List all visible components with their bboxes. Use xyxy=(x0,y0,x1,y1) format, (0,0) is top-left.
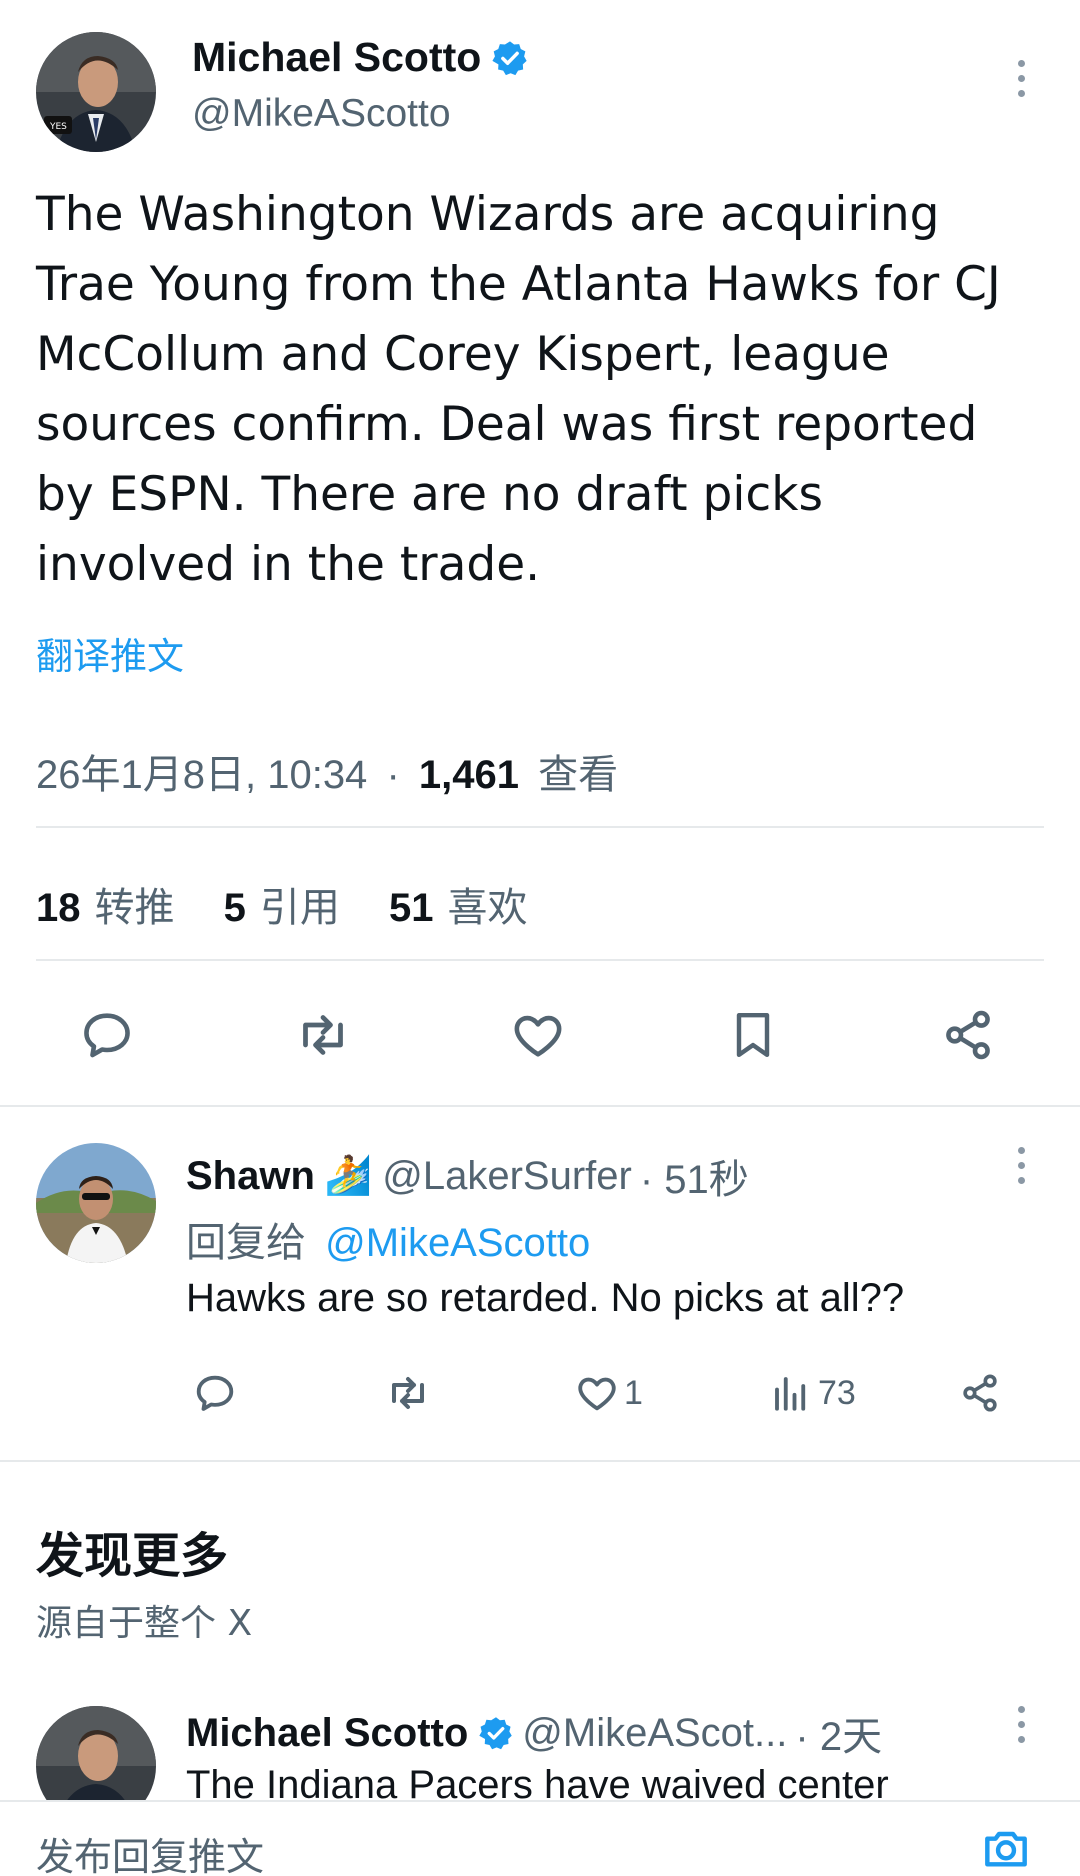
like-button[interactable] xyxy=(503,1003,573,1067)
reply-like-count: 1 xyxy=(624,1373,643,1412)
tweet-meta: 26年1月8日, 10:34 · 1,461 查看 xyxy=(36,742,618,800)
author-handle[interactable]: @MikeAScotto xyxy=(192,92,451,136)
reply-author-name[interactable]: Shawn xyxy=(186,1154,315,1199)
like-icon xyxy=(514,1015,562,1057)
stat-retweets[interactable]: 18 转推 xyxy=(36,875,175,933)
camera-icon xyxy=(985,1831,1027,1867)
reply-button[interactable] xyxy=(72,1003,142,1067)
section-divider xyxy=(0,1460,1080,1462)
svg-text:YES: YES xyxy=(49,122,67,132)
reply-text: Hawks are so retarded. No picks at all?? xyxy=(186,1276,905,1320)
verified-badge-icon xyxy=(479,1717,513,1750)
reply-retweet-button[interactable] xyxy=(380,1368,436,1418)
reply-share-button[interactable] xyxy=(955,1368,1005,1418)
discover-subtitle: 源自于整个 X xyxy=(36,1603,253,1644)
bookmark-icon xyxy=(736,1012,770,1058)
retweet-icon xyxy=(303,1015,343,1055)
reply-time[interactable]: · 51秒 xyxy=(640,1147,749,1205)
divider xyxy=(36,826,1044,828)
views-count: 1,461 xyxy=(418,753,519,797)
bookmark-button[interactable] xyxy=(718,1003,788,1067)
suggested-author-name[interactable]: Michael Scotto xyxy=(186,1711,468,1756)
share-icon xyxy=(946,1010,990,1060)
camera-button[interactable] xyxy=(976,1820,1036,1876)
retweet-button[interactable] xyxy=(288,1003,358,1067)
section-divider xyxy=(0,1105,1080,1107)
translate-link[interactable]: 翻译推文 xyxy=(36,626,184,680)
reply-like-button[interactable]: 1 xyxy=(574,1368,643,1418)
tweet-text: The Washington Wizards are acquiring Tra… xyxy=(36,187,1001,592)
share-button[interactable] xyxy=(933,1003,1003,1067)
suggested-header: Michael Scotto @MikeAScot... · 2天 xyxy=(186,1704,882,1762)
engagement-stats: 18 转推 5 引用 51 喜欢 xyxy=(36,875,566,933)
reply-views-count: 73 xyxy=(818,1373,856,1412)
surfer-emoji-icon: 🏄 xyxy=(324,1155,373,1197)
tweet-timestamp[interactable]: 26年1月8日, 10:34 xyxy=(36,753,367,797)
author-avatar[interactable]: YES xyxy=(36,32,156,152)
views-label: 查看 xyxy=(538,753,619,797)
replying-to: 回复给 @MikeAScotto xyxy=(186,1221,591,1265)
suggested-author-handle[interactable]: @MikeAScot... xyxy=(522,1711,787,1756)
reply-composer-bar: 发布回复推文 xyxy=(0,1800,1080,1876)
retweet-icon xyxy=(392,1377,424,1409)
meta-separator: · xyxy=(386,753,400,797)
share-icon xyxy=(963,1374,997,1412)
reply-header: Shawn 🏄 @LakerSurfer · 51秒 xyxy=(186,1147,749,1205)
reply-icon xyxy=(196,1375,234,1411)
reply-author-handle[interactable]: @LakerSurfer xyxy=(382,1154,632,1199)
reply-icon xyxy=(84,1013,130,1058)
reply-author-avatar[interactable] xyxy=(36,1143,156,1263)
reply-reply-button[interactable] xyxy=(190,1368,240,1418)
stat-likes[interactable]: 51 喜欢 xyxy=(389,875,528,933)
more-options-icon[interactable] xyxy=(1015,60,1027,97)
divider xyxy=(36,959,1044,961)
stat-quotes[interactable]: 5 引用 xyxy=(224,875,340,933)
analytics-icon xyxy=(775,1377,806,1411)
suggested-more-options-icon[interactable] xyxy=(1015,1706,1027,1743)
discover-title: 发现更多 xyxy=(36,1528,229,1584)
reply-composer-input[interactable]: 发布回复推文 xyxy=(36,1826,264,1876)
reply-views-button[interactable]: 73 xyxy=(770,1368,856,1418)
replying-to-handle[interactable]: @MikeAScotto xyxy=(325,1221,590,1265)
author-name[interactable]: Michael Scotto xyxy=(192,34,481,81)
verified-badge-icon xyxy=(492,40,527,75)
reply-more-options-icon[interactable] xyxy=(1015,1147,1027,1184)
suggested-time[interactable]: · 2天 xyxy=(795,1704,882,1762)
like-icon xyxy=(578,1377,616,1411)
